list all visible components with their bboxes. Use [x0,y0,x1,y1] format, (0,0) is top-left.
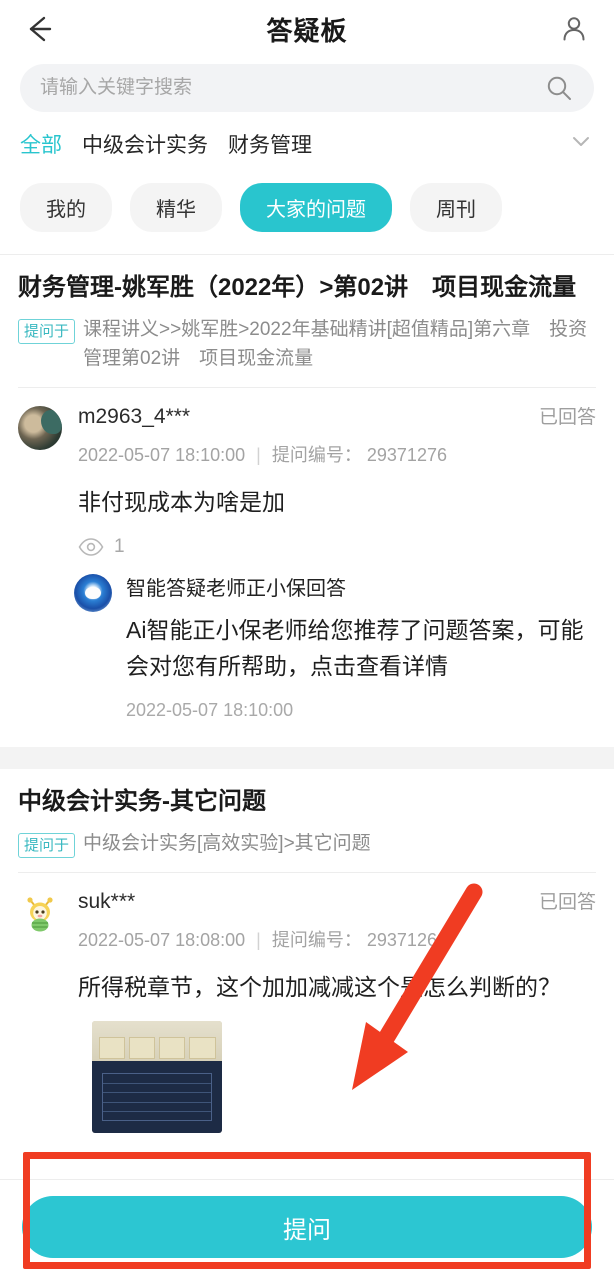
thumbnail-table [102,1072,212,1122]
question-photo-thumbnail[interactable] [92,1020,222,1133]
asked-in-badge: 提问于 [18,832,76,859]
app-screen: 答疑板 全部 中级会计实务 财务管理 [0,0,614,1278]
question-body: m2963_4*** 已回答 2022-05-07 18:10:00 | 提问编… [62,402,596,558]
chip-essence[interactable]: 精华 [130,183,222,232]
question-id-value: 29371276 [366,445,447,466]
page-title: 答疑板 [266,15,348,46]
answer-time: 2022-05-07 18:10:00 [126,700,294,721]
ask-question-button[interactable]: 提问 [22,1196,592,1258]
status-badge: 已回答 [538,407,596,429]
question-time: 2022-05-07 18:08:00 [78,930,246,951]
question-meta: 2022-05-07 18:08:00 | 提问编号： 29371268 [78,926,596,952]
scroll-container[interactable]: 答疑板 全部 中级会计实务 财务管理 [0,0,614,1278]
search-box[interactable] [20,64,594,112]
search-input[interactable] [40,77,544,99]
category-tabs: 全部 中级会计实务 财务管理 [0,122,614,173]
question-block[interactable]: m2963_4*** 已回答 2022-05-07 18:10:00 | 提问编… [18,388,596,558]
question-username: suk*** [78,890,136,914]
answer-text[interactable]: Ai智能正小保老师给您推荐了问题答案，可能会对您有所帮助，点击查看详情 [126,613,596,684]
source-path: 课程讲义>>姚军胜>2022年基础精讲[超值精品]第六章 投资管理第02讲 项目… [83,318,588,370]
category-tab-financial-management[interactable]: 财务管理 [228,129,312,159]
app-header: 答疑板 [0,0,614,58]
asked-in-badge: 提问于 [18,318,76,345]
thumbnail-notes [98,1036,216,1059]
view-count-value: 1 [114,535,125,557]
bee-cartoon-avatar [18,891,62,936]
person-icon [563,17,585,41]
category-tab-all[interactable]: 全部 [20,129,62,159]
thumbnail-lower [92,1061,222,1133]
post-title: 财务管理-姚军胜（2022年）>第02讲 项目现金流量 [18,274,577,301]
search-section [0,58,614,122]
post-title: 中级会计实务-其它问题 [18,788,266,816]
question-body: suk*** 已回答 2022-05-07 18:08:00 | 提问编号： 2… [62,887,596,1005]
view-count: 1 [78,536,596,558]
attachment-area[interactable] [18,1005,596,1133]
back-button[interactable] [18,7,62,51]
post-card[interactable]: 中级会计实务-其它问题 提问于 中级会计实务[高效实验]>其它问题 suk***… [0,769,614,1213]
ai-robot-avatar [74,573,112,612]
search-icon[interactable] [544,73,574,103]
bee-avatar-icon [27,897,53,932]
question-header: suk*** 已回答 [78,887,596,914]
category-tab-intermediate-accounting[interactable]: 中级会计实务 [82,129,208,159]
eye-icon [78,538,104,556]
question-text: 非付现成本为啥是加 [78,489,285,516]
answer-author: 智能答疑老师正小保回答 [126,577,346,600]
profile-button[interactable] [552,7,596,51]
user-photo-avatar [18,406,62,451]
chevron-down-icon [573,137,589,146]
meta-separator: | [256,930,261,951]
post-source: 提问于 中级会计实务[高效实验]>其它问题 [18,829,596,859]
filter-chips: 我的 精华 大家的问题 周刊 [0,173,614,255]
question-id-value: 29371268 [366,930,447,951]
question-block[interactable]: suk*** 已回答 2022-05-07 18:08:00 | 提问编号： 2… [18,873,596,1005]
question-text: 所得税章节，这个加加减减这个是怎么判断的？ [78,974,561,1001]
post-source: 提问于 课程讲义>>姚军胜>2022年基础精讲[超值精品]第六章 投资管理第02… [18,315,596,374]
question-username: m2963_4*** [78,405,191,429]
question-time: 2022-05-07 18:10:00 [78,445,246,466]
arrow-left-icon [29,16,52,42]
post-card[interactable]: 财务管理-姚军胜（2022年）>第02讲 项目现金流量 提问于 课程讲义>>姚军… [0,255,614,748]
status-badge: 已回答 [538,892,596,914]
question-id-label: 提问编号： [271,445,362,466]
answer-body: 智能答疑老师正小保回答 Ai智能正小保老师给您推荐了问题答案，可能会对您有所帮助… [112,572,596,721]
chip-weekly[interactable]: 周刊 [410,183,502,232]
question-header: m2963_4*** 已回答 [78,402,596,429]
question-meta: 2022-05-07 18:10:00 | 提问编号： 29371276 [78,441,596,467]
meta-separator: | [256,445,261,466]
question-id-label: 提问编号： [271,930,362,951]
bottom-action-bar: 提问 [0,1179,614,1278]
answer-block[interactable]: 智能答疑老师正小保回答 Ai智能正小保老师给您推荐了问题答案，可能会对您有所帮助… [18,558,596,721]
source-path: 中级会计实务[高效实验]>其它问题 [83,832,371,854]
chip-everyones-questions[interactable]: 大家的问题 [240,183,392,232]
expand-categories-button[interactable] [568,128,594,159]
chip-mine[interactable]: 我的 [20,183,112,232]
section-gap [0,747,614,770]
